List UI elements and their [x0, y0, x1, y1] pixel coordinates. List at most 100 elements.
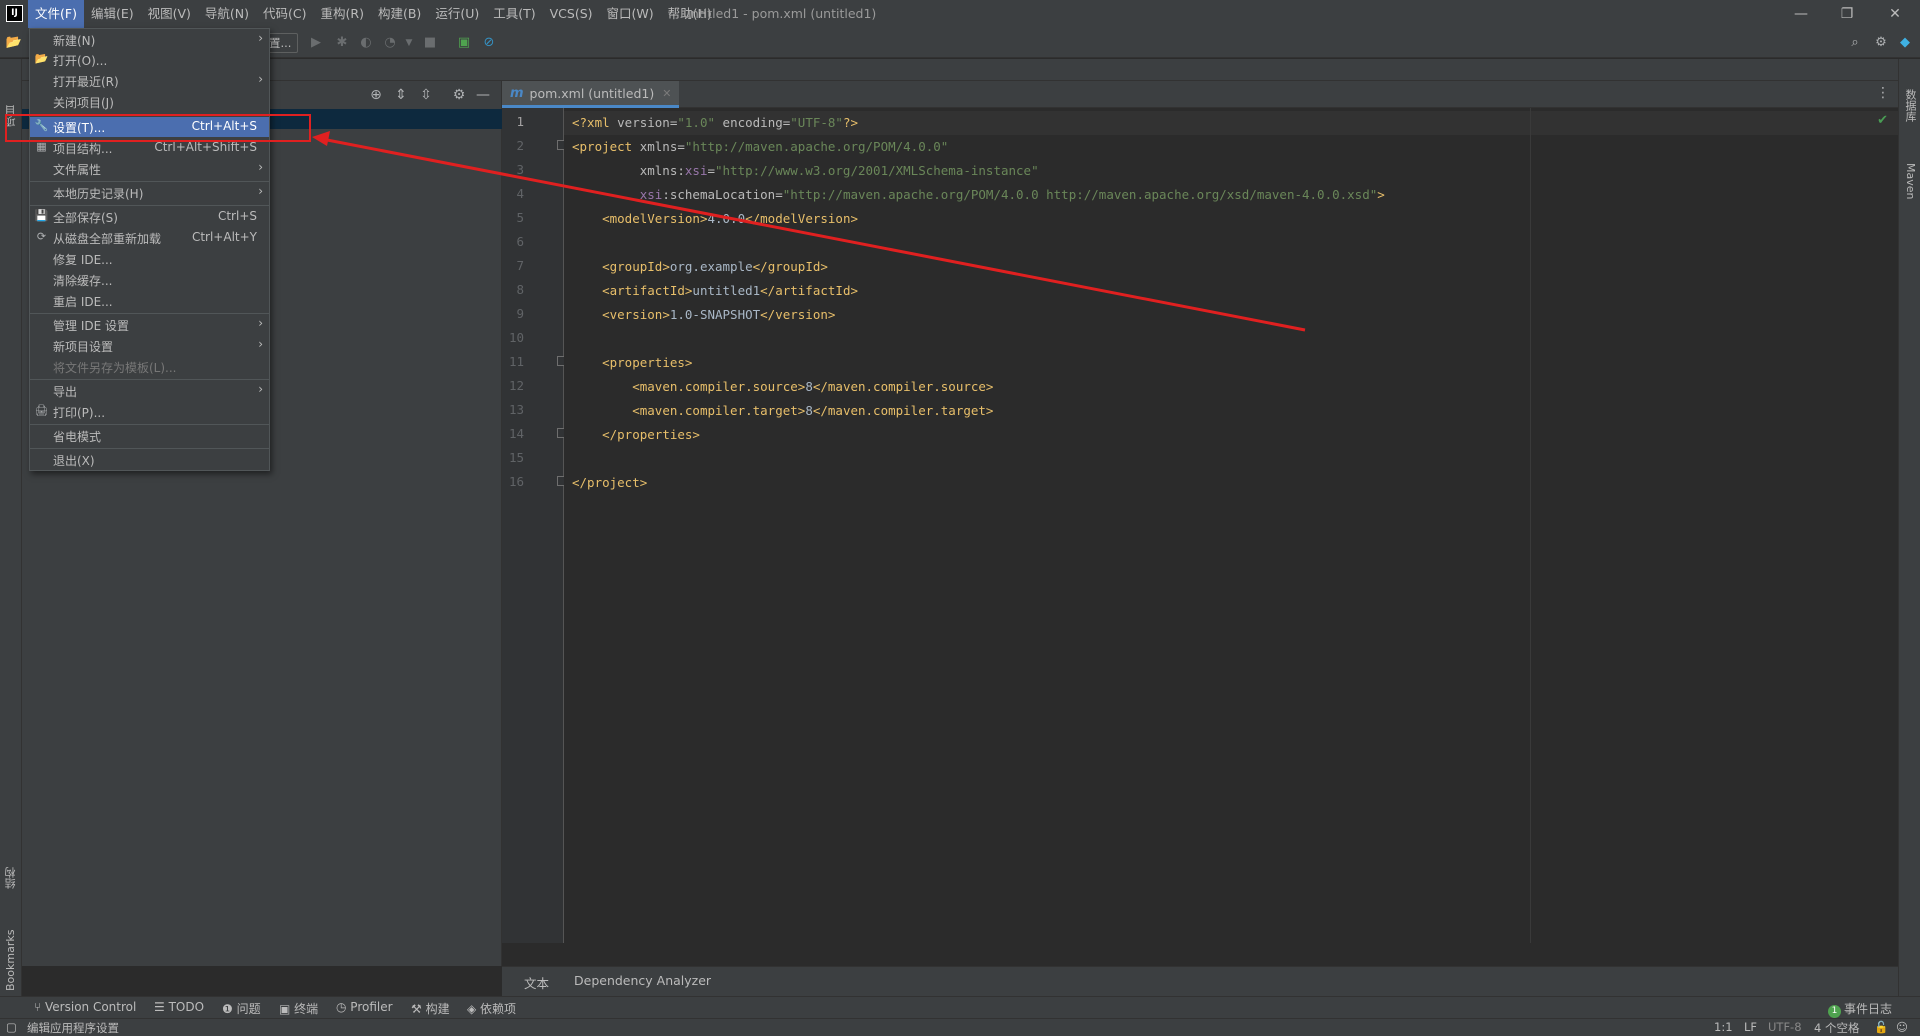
- menu-item-export[interactable]: 导出 ›: [30, 381, 269, 401]
- close-window-button[interactable]: ✕: [1872, 0, 1918, 28]
- info-icon: ❶: [222, 1002, 237, 1016]
- menu-separator: [30, 379, 269, 380]
- event-log-badge: 1: [1828, 1005, 1841, 1018]
- chevron-right-icon: ›: [258, 160, 263, 174]
- indent-setting[interactable]: 4 个空格: [1814, 1020, 1859, 1036]
- line-number: 4: [516, 186, 524, 201]
- title-bar: IJ 文件(F) 编辑(E) 视图(V) 导航(N) 代码(C) 重构(R) 构…: [0, 0, 1920, 28]
- menu-run[interactable]: 运行(U): [428, 0, 486, 28]
- coverage-icon[interactable]: ◐: [357, 34, 375, 52]
- right-margin-guide: [1530, 108, 1531, 943]
- menu-vcs[interactable]: VCS(S): [543, 0, 600, 28]
- code-line-13: <maven.compiler.target>8</maven.compiler…: [632, 403, 994, 418]
- menu-item-reload-all[interactable]: ⟳ 从磁盘全部重新加载 Ctrl+Alt+Y: [30, 228, 269, 248]
- event-log[interactable]: 1 事件日志: [1828, 1000, 1892, 1018]
- restore-button[interactable]: ❐: [1824, 0, 1870, 28]
- file-encoding[interactable]: UTF-8: [1768, 1020, 1802, 1034]
- code-editor[interactable]: ✔ <?xml version="1.0" encoding="UTF-8"?>…: [564, 108, 1898, 943]
- menu-item-restart-ide[interactable]: 重启 IDE...: [30, 291, 269, 311]
- print-icon: 🖨: [34, 404, 49, 417]
- minimize-button[interactable]: —: [1778, 0, 1824, 28]
- bookmarks-tool-tab[interactable]: Bookmarks: [2, 901, 20, 991]
- inspection-icon[interactable]: ☺: [1896, 1020, 1908, 1034]
- expand-all-icon[interactable]: ⇕: [392, 86, 410, 104]
- menu-item-save-all[interactable]: 💾 全部保存(S) Ctrl+S: [30, 207, 269, 227]
- menu-separator: [30, 313, 269, 314]
- menu-item-repair-ide[interactable]: 修复 IDE...: [30, 249, 269, 269]
- line-number: 14: [508, 426, 524, 441]
- menu-edit[interactable]: 编辑(E): [84, 0, 141, 28]
- annotation-highlight-box: [5, 114, 311, 142]
- gear-icon[interactable]: ⚙: [1872, 34, 1890, 52]
- menu-item-open-recent[interactable]: 打开最近(R) ›: [30, 71, 269, 91]
- tool-version-control[interactable]: ⑂ Version Control: [34, 1000, 136, 1014]
- menu-separator: [30, 424, 269, 425]
- menu-item-local-history[interactable]: 本地历史记录(H) ›: [30, 183, 269, 203]
- activity-monitor-icon[interactable]: ▣: [455, 34, 473, 52]
- debug-icon[interactable]: ✱: [333, 34, 351, 52]
- menu-item-new-project-settings[interactable]: 新项目设置 ›: [30, 336, 269, 356]
- more-vertical-icon[interactable]: ⋮: [1876, 85, 1890, 101]
- locate-icon[interactable]: ⊕: [367, 86, 385, 104]
- menu-navigate[interactable]: 导航(N): [198, 0, 256, 28]
- tool-problems[interactable]: ❶ 问题: [222, 1000, 261, 1017]
- status-panel-icon[interactable]: ▢: [6, 1020, 17, 1034]
- structure-tool-tab[interactable]: 结构: [2, 849, 20, 889]
- breadcrumb-bar: [0, 59, 1920, 81]
- menu-view[interactable]: 视图(V): [141, 0, 198, 28]
- tool-todo[interactable]: ☰ TODO: [154, 1000, 204, 1014]
- tool-terminal[interactable]: ▣ 终端: [279, 1000, 318, 1017]
- menu-code[interactable]: 代码(C): [256, 0, 313, 28]
- tool-profiler[interactable]: ◷ Profiler: [336, 1000, 393, 1014]
- line-number: 1: [516, 114, 524, 129]
- editor-mode-tabs: 文本 Dependency Analyzer: [502, 966, 1898, 1000]
- menu-item-close-project[interactable]: 关闭项目(J): [30, 92, 269, 112]
- open-folder-icon[interactable]: 📂: [5, 34, 23, 52]
- chevron-down-icon[interactable]: ▼: [400, 34, 418, 52]
- tool-windows-bar: ⑂ Version Control ☰ TODO ❶ 问题 ▣ 终端 ◷ Pro…: [0, 996, 1920, 1018]
- line-number: 12: [508, 378, 524, 393]
- menu-item-open[interactable]: 📂 打开(O)...: [30, 50, 269, 70]
- menu-file[interactable]: 文件(F): [28, 0, 84, 28]
- tool-dependencies[interactable]: ◈ 依赖项: [467, 1000, 516, 1017]
- collapse-all-icon[interactable]: ⇳: [417, 86, 435, 104]
- tab-dependency-analyzer[interactable]: Dependency Analyzer: [574, 973, 711, 993]
- tab-pom-xml[interactable]: m pom.xml (untitled1) ✕: [502, 81, 680, 108]
- code-line-5: <modelVersion>4.0.0</modelVersion>: [602, 211, 858, 226]
- code-line-1: <?xml version="1.0" encoding="UTF-8"?>: [572, 115, 859, 130]
- lock-icon[interactable]: 🔓: [1874, 1020, 1888, 1034]
- chevron-right-icon: ›: [258, 184, 263, 198]
- maven-tool-tab[interactable]: Maven: [1901, 163, 1919, 233]
- jetbrains-toolbox-icon[interactable]: ◆: [1896, 34, 1914, 52]
- menu-item-print[interactable]: 🖨 打印(P)...: [30, 402, 269, 422]
- line-number: 2: [516, 138, 524, 153]
- stop-icon[interactable]: ■: [421, 34, 439, 52]
- menu-item-new[interactable]: 新建(N) ›: [30, 30, 269, 50]
- chevron-right-icon: ›: [258, 382, 263, 396]
- code-line-11: <properties>: [602, 355, 693, 370]
- line-separator[interactable]: LF: [1744, 1020, 1757, 1034]
- menu-item-power-save[interactable]: 省电模式: [30, 426, 269, 446]
- profile-icon[interactable]: ◔: [381, 34, 399, 52]
- menu-item-manage-ide-settings[interactable]: 管理 IDE 设置 ›: [30, 315, 269, 335]
- run-icon[interactable]: ▶: [307, 34, 325, 52]
- search-icon[interactable]: ⌕: [1846, 34, 1864, 52]
- code-line-2: <project xmlns="http://maven.apache.org/…: [572, 139, 949, 154]
- close-icon[interactable]: ✕: [662, 87, 671, 100]
- tool-build[interactable]: ⚒ 构建: [411, 1000, 450, 1017]
- editor-tab-bar: m pom.xml (untitled1) ✕ ⋮: [502, 81, 1898, 108]
- menu-tools[interactable]: 工具(T): [486, 0, 542, 28]
- code-line-8: <artifactId>untitled1</artifactId>: [602, 283, 858, 298]
- no-entry-icon[interactable]: ⊘: [480, 34, 498, 52]
- database-tool-tab[interactable]: 数据库: [1901, 89, 1919, 149]
- menu-refactor[interactable]: 重构(R): [314, 0, 371, 28]
- line-number: 15: [508, 450, 524, 465]
- menu-build[interactable]: 构建(B): [371, 0, 428, 28]
- menu-item-invalidate-caches[interactable]: 清除缓存...: [30, 270, 269, 290]
- menu-window[interactable]: 窗口(W): [600, 0, 661, 28]
- hide-panel-icon[interactable]: —: [474, 86, 492, 104]
- gear-icon[interactable]: ⚙: [450, 86, 468, 104]
- menu-item-file-properties[interactable]: 文件属性 ›: [30, 159, 269, 179]
- menu-item-exit[interactable]: 退出(X): [30, 450, 269, 470]
- caret-position[interactable]: 1:1: [1714, 1020, 1733, 1034]
